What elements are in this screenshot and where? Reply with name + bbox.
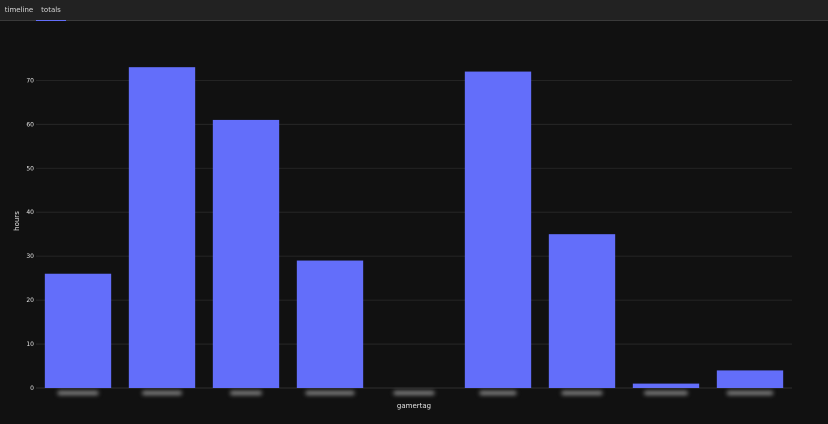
y-tick-label: 70 xyxy=(26,77,34,84)
x-tick-label-obscured xyxy=(644,391,688,395)
x-tick-label-obscured xyxy=(726,391,774,395)
x-tick-label-obscured xyxy=(561,391,603,395)
tab-timeline[interactable]: timeline xyxy=(2,0,36,21)
bar[interactable] xyxy=(632,383,700,388)
bar[interactable] xyxy=(212,119,280,388)
bar[interactable] xyxy=(128,67,196,389)
x-tick-label-obscured xyxy=(57,391,99,395)
tab-totals[interactable]: totals xyxy=(36,0,66,21)
x-axis-title: gamertag xyxy=(397,402,431,410)
bar[interactable] xyxy=(716,370,784,388)
bar-chart: 0 10 20 30 40 50 60 70 hours gamertag xyxy=(13,67,792,410)
bar[interactable] xyxy=(44,273,112,388)
y-tick-label: 30 xyxy=(26,253,34,260)
x-axis-ticks xyxy=(57,391,774,395)
x-tick-label-obscured xyxy=(142,391,182,395)
bars xyxy=(44,67,784,389)
tab-bar: timeline totals xyxy=(0,0,828,21)
x-tick-label-obscured xyxy=(305,391,355,395)
x-tick-label-obscured xyxy=(230,391,262,395)
y-axis-ticks: 0 10 20 30 40 50 60 70 xyxy=(26,77,34,392)
y-axis-title: hours xyxy=(13,211,21,231)
y-tick-label: 50 xyxy=(26,165,34,172)
bar[interactable] xyxy=(548,234,616,388)
y-tick-label: 20 xyxy=(26,297,34,304)
x-tick-label-obscured xyxy=(393,391,435,395)
bar[interactable] xyxy=(296,260,364,388)
y-tick-label: 10 xyxy=(26,341,34,348)
y-tick-label: 0 xyxy=(30,385,34,392)
y-tick-label: 60 xyxy=(26,121,34,128)
x-tick-label-obscured xyxy=(479,391,517,395)
bar[interactable] xyxy=(464,71,532,388)
y-tick-label: 40 xyxy=(26,209,34,216)
